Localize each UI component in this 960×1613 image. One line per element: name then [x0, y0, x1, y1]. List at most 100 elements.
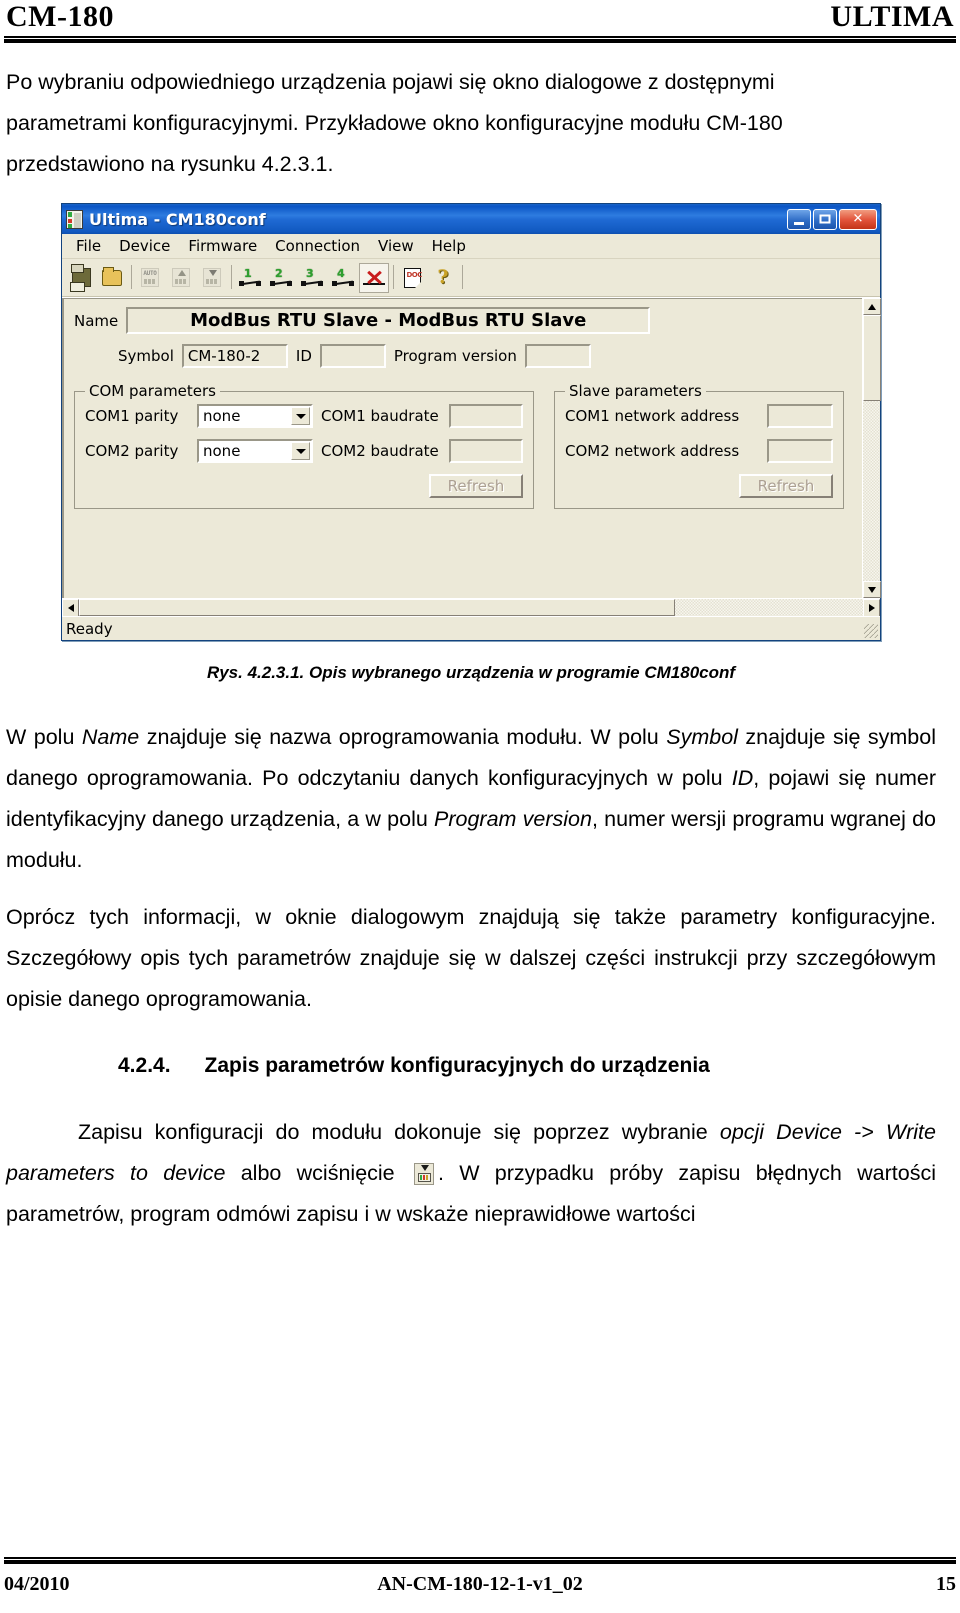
scroll-left-button[interactable] [62, 599, 79, 617]
page-header: CM-180 ULTIMA [0, 0, 960, 46]
vertical-scroll-thumb[interactable] [863, 315, 881, 401]
slave-com1-row: COM1 network address [565, 404, 833, 428]
com2-parity-select[interactable]: none [197, 439, 313, 463]
footer-document-code: AN-CM-180-12-1-v1_02 [377, 1573, 583, 1595]
window-titlebar[interactable]: Ultima - CM180conf ✕ [62, 204, 880, 234]
section-p-b: albo wciśnięcie [225, 1161, 410, 1185]
com2-parity-label: COM2 parity [85, 442, 179, 460]
com1-baudrate-field[interactable] [449, 404, 523, 428]
slave-parameters-group: Slave parameters COM1 network address CO… [554, 382, 844, 509]
menu-item-help[interactable]: Help [424, 235, 474, 257]
p1-symbol-term: Symbol [666, 725, 738, 749]
com2-baudrate-field[interactable] [449, 439, 523, 463]
open-icon[interactable] [97, 263, 127, 293]
auto-detect-icon[interactable]: AUTO [135, 263, 165, 293]
slave-refresh-button[interactable]: Refresh [739, 474, 833, 498]
com2-baudrate-label: COM2 baudrate [321, 442, 439, 460]
p1-program-version-term: Program version [434, 807, 592, 831]
connection-1-icon[interactable]: 1 [235, 263, 265, 293]
symbol-field: CM-180-2 [181, 344, 288, 368]
scroll-right-button[interactable] [863, 599, 880, 617]
p1-id-term: ID [731, 766, 754, 790]
menu-item-file[interactable]: File [68, 235, 109, 257]
section-title: Zapis parametrów konfiguracyjnych do urz… [204, 1054, 710, 1077]
window-title: Ultima - CM180conf [89, 209, 266, 229]
close-button[interactable]: ✕ [839, 208, 877, 230]
id-label: ID [295, 347, 312, 365]
com1-parity-label: COM1 parity [85, 407, 179, 425]
menu-item-device[interactable]: Device [111, 235, 178, 257]
section-heading-4-2-4: 4.2.4. Zapis parametrów konfiguracyjnych… [6, 1054, 936, 1078]
connection-3-icon[interactable]: 3 [297, 263, 327, 293]
p1-a: W polu [6, 725, 82, 749]
figure-cm180conf: Ultima - CM180conf ✕ File Device Firmwar… [6, 203, 936, 683]
intro-line-3: przedstawiono na rysunku 4.2.3.1. [6, 152, 334, 176]
footer-date: 04/2010 [4, 1573, 70, 1595]
save-icon[interactable] [66, 263, 96, 293]
chevron-down-icon[interactable] [291, 442, 310, 460]
disconnect-icon[interactable] [359, 262, 389, 293]
horizontal-scrollbar[interactable] [62, 598, 880, 617]
scroll-down-button[interactable] [863, 581, 881, 598]
help-icon[interactable]: ? [428, 263, 458, 293]
device-form: Name ModBus RTU Slave - ModBus RTU Slave… [62, 298, 862, 598]
connection-2-label: 2 [275, 266, 283, 280]
chevron-down-icon[interactable] [291, 407, 310, 425]
minimize-button[interactable] [787, 208, 811, 230]
header-right-title: ULTIMA [830, 0, 954, 33]
com2-row: COM2 parity none COM2 baudrate [85, 439, 523, 463]
com-refresh-button[interactable]: Refresh [429, 474, 523, 498]
program-version-field [524, 344, 591, 368]
scroll-up-button[interactable] [863, 298, 881, 315]
com2-network-address-field[interactable] [767, 439, 833, 463]
section-p-a: Zapisu konfiguracji do modułu dokonuje s… [78, 1120, 720, 1144]
menu-item-firmware[interactable]: Firmware [180, 235, 265, 257]
program-version-label: Program version [393, 347, 517, 365]
read-parameters-from-device-icon[interactable] [166, 263, 196, 293]
com1-network-address-label: COM1 network address [565, 407, 740, 425]
figure-caption: Rys. 4.2.3.1. Opis wybranego urządzenia … [206, 663, 736, 682]
slave-parameters-legend: Slave parameters [569, 382, 702, 400]
connection-4-icon[interactable]: 4 [328, 263, 358, 293]
com2-network-address-label: COM2 network address [565, 442, 740, 460]
documentation-icon[interactable]: DOC [397, 263, 427, 293]
triangle-left-icon [67, 604, 74, 612]
resize-grip-icon[interactable] [864, 624, 878, 638]
menu-item-view[interactable]: View [370, 235, 422, 257]
com1-baudrate-label: COM1 baudrate [321, 407, 439, 425]
parameter-groups: COM parameters COM1 parity none COM1 bau… [74, 382, 852, 509]
toolbar: AUTO 1 2 3 4 DOC ? [62, 259, 880, 297]
com-parameters-group: COM parameters COM1 parity none COM1 bau… [74, 382, 534, 509]
com-refresh-row: Refresh [85, 474, 523, 498]
vertical-scrollbar[interactable] [862, 298, 881, 598]
com1-network-address-field[interactable] [767, 404, 833, 428]
id-field[interactable] [319, 344, 386, 368]
header-left-title: CM-180 [6, 0, 114, 33]
maximize-button[interactable] [813, 208, 837, 230]
toolbar-separator-2 [228, 264, 235, 291]
status-text: Ready [66, 619, 113, 638]
write-parameters-to-device-icon[interactable] [197, 263, 227, 293]
slave-com2-row: COM2 network address [565, 439, 833, 463]
header-rule [4, 36, 956, 43]
triangle-right-icon [868, 604, 875, 612]
com1-parity-select[interactable]: none [197, 404, 313, 428]
device-module-icon [66, 209, 83, 229]
vertical-scroll-track[interactable] [863, 401, 880, 581]
footer-page-number: 15 [936, 1573, 956, 1595]
paragraph-fields-description: W polu Name znajduje się nazwa oprogramo… [6, 717, 936, 881]
name-row: Name ModBus RTU Slave - ModBus RTU Slave [74, 307, 852, 334]
triangle-up-icon [868, 303, 876, 310]
connection-3-label: 3 [306, 266, 314, 280]
p1-name-term: Name [81, 725, 140, 749]
horizontal-scroll-thumb[interactable] [79, 599, 675, 616]
com-parameters-legend: COM parameters [89, 382, 216, 400]
symbol-row: Symbol CM-180-2 ID Program version [74, 344, 852, 368]
connection-2-icon[interactable]: 2 [266, 263, 296, 293]
horizontal-scroll-track[interactable] [79, 599, 863, 616]
menu-item-connection[interactable]: Connection [267, 235, 368, 257]
name-label: Name [74, 311, 119, 330]
footer-rule [4, 1557, 956, 1564]
application-window: Ultima - CM180conf ✕ File Device Firmwar… [61, 203, 881, 641]
intro-line-2: parametrami konfiguracyjnymi. Przykładow… [6, 111, 783, 135]
